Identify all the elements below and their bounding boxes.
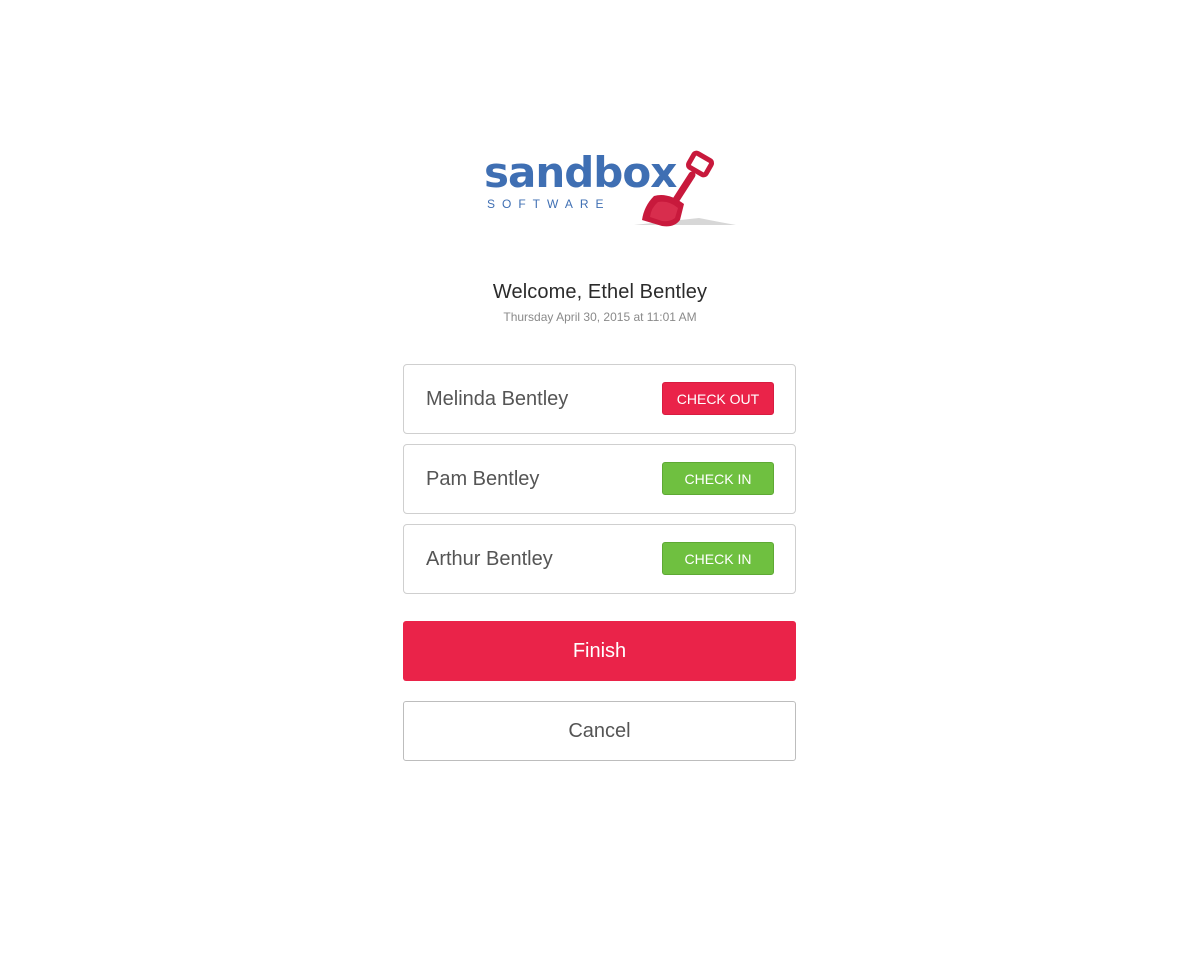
check-in-button[interactable]: CHECK IN <box>662 462 774 495</box>
datetime-label: Thursday April 30, 2015 at 11:01 AM <box>503 310 697 324</box>
logo-subtitle: SOFTWARE <box>487 197 611 211</box>
cancel-button[interactable]: Cancel <box>403 701 796 761</box>
family-member-list: Melinda Bentley CHECK OUT Pam Bentley CH… <box>403 364 796 604</box>
logo-wordmark: sandbox <box>484 148 677 197</box>
member-name: Arthur Bentley <box>426 548 553 570</box>
member-name: Pam Bentley <box>426 468 540 490</box>
finish-button[interactable]: Finish <box>403 621 796 681</box>
member-row-melinda: Melinda Bentley CHECK OUT <box>403 364 796 434</box>
check-in-button[interactable]: CHECK IN <box>662 542 774 575</box>
check-out-button[interactable]: CHECK OUT <box>662 382 774 415</box>
sandbox-software-logo: sandbox SOFTWARE <box>484 148 744 233</box>
welcome-heading: Welcome, Ethel Bentley <box>492 281 708 303</box>
member-row-pam: Pam Bentley CHECK IN <box>403 444 796 514</box>
member-name: Melinda Bentley <box>426 388 569 410</box>
member-row-arthur: Arthur Bentley CHECK IN <box>403 524 796 594</box>
